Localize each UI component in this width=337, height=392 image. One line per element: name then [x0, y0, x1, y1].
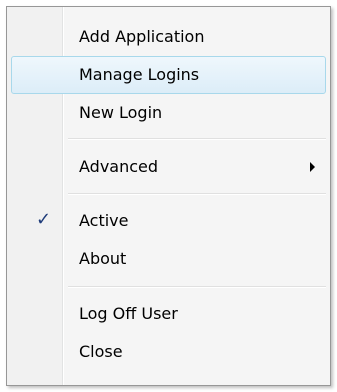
context-menu: Add Application Manage Logins New Login … [6, 6, 331, 386]
menu-item-label: Active [79, 211, 129, 230]
menu-item-label: Log Off User [79, 304, 178, 323]
menu-item-label: Advanced [79, 157, 159, 176]
menu-separator [68, 286, 326, 288]
checkmark-icon: ✓ [36, 209, 52, 230]
menu-item-new-login[interactable]: New Login [11, 94, 326, 132]
chevron-right-icon [310, 162, 315, 172]
menu-item-label: New Login [79, 103, 163, 122]
screen: Add Application Manage Logins New Login … [0, 0, 337, 392]
menu-item-label: Manage Logins [79, 65, 200, 84]
menu-item-add-application[interactable]: Add Application [11, 18, 326, 56]
menu-item-label: Close [79, 342, 123, 361]
menu-item-label: About [79, 249, 127, 268]
menu-item-active[interactable]: ✓ Active [11, 202, 326, 240]
menu-item-close[interactable]: Close [11, 333, 326, 371]
menu-item-advanced[interactable]: Advanced [11, 148, 326, 186]
menu-item-about[interactable]: About [11, 240, 326, 278]
menu-separator [68, 193, 326, 195]
menu-item-log-off-user[interactable]: Log Off User [11, 295, 326, 333]
menu-item-manage-logins[interactable]: Manage Logins [11, 56, 326, 94]
menu-separator [68, 138, 326, 140]
menu-item-label: Add Application [79, 27, 205, 46]
